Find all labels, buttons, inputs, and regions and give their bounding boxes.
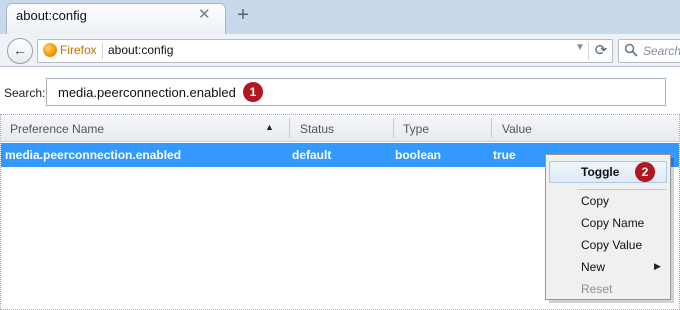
firefox-icon bbox=[43, 43, 57, 57]
menu-item-toggle[interactable]: Toggle bbox=[581, 165, 619, 179]
menu-item-reset: Reset bbox=[581, 282, 613, 296]
search-label: Search: bbox=[4, 86, 46, 100]
url-history-dropdown-icon[interactable]: ▼ bbox=[575, 42, 585, 53]
menu-separator bbox=[577, 189, 667, 190]
column-header-type[interactable]: Type bbox=[403, 122, 429, 136]
back-arrow-icon[interactable]: ← bbox=[7, 38, 33, 64]
menu-item-new[interactable]: New bbox=[581, 260, 605, 274]
close-icon[interactable]: ✕ bbox=[198, 5, 211, 23]
preference-name-cell[interactable]: media.peerconnection.enabled bbox=[5, 148, 181, 162]
column-header-value[interactable]: Value bbox=[502, 122, 532, 136]
search-bar-placeholder: Search bbox=[643, 44, 680, 58]
url-separator-2 bbox=[588, 42, 589, 60]
column-divider[interactable] bbox=[393, 118, 394, 138]
search-input-value[interactable]: media.peerconnection.enabled bbox=[58, 85, 236, 100]
column-divider[interactable] bbox=[289, 118, 290, 138]
url-text[interactable]: about:config bbox=[108, 43, 173, 57]
column-header-preference-name[interactable]: Preference Name bbox=[10, 122, 104, 136]
preference-type-cell[interactable]: boolean bbox=[395, 148, 441, 162]
preference-status-cell[interactable]: default bbox=[292, 148, 331, 162]
menu-item-copy[interactable]: Copy bbox=[581, 194, 609, 208]
column-header-status[interactable]: Status bbox=[300, 122, 334, 136]
sort-ascending-icon: ▲ bbox=[265, 122, 274, 132]
menu-item-copy-value[interactable]: Copy Value bbox=[581, 238, 642, 252]
column-divider[interactable] bbox=[491, 118, 492, 138]
url-separator bbox=[102, 43, 103, 59]
tab-title: about:config bbox=[16, 8, 87, 23]
search-icon[interactable] bbox=[624, 43, 638, 57]
identity-label[interactable]: Firefox bbox=[60, 43, 97, 57]
submenu-arrow-icon: ▶ bbox=[654, 261, 661, 271]
reload-icon[interactable]: ⟳ bbox=[591, 40, 611, 62]
new-tab-icon[interactable]: + bbox=[232, 4, 254, 26]
annotation-badge-2: 2 bbox=[635, 162, 655, 182]
preference-value-cell[interactable]: true bbox=[493, 148, 516, 162]
menu-item-copy-name[interactable]: Copy Name bbox=[581, 216, 644, 230]
annotation-badge-1: 1 bbox=[243, 82, 263, 102]
